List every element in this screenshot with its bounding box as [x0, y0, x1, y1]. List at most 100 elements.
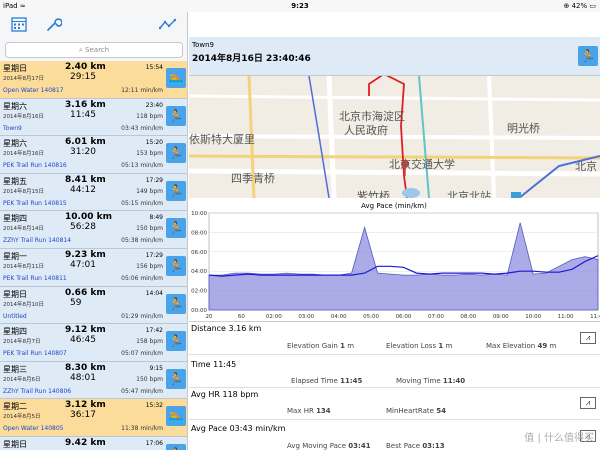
chart-toggle-icon[interactable]: ⩘	[580, 397, 596, 409]
y-tick-label: 06:00	[191, 250, 207, 256]
activity-date: 2014年8月6日	[3, 376, 41, 383]
activity-time: 17:42	[145, 327, 163, 335]
activity-name: PEK Trail Run 140811	[3, 274, 67, 282]
activity-pace: 03:43 min/km	[121, 124, 163, 132]
activity-duration: 31:20	[70, 147, 96, 158]
x-tick-label: 08:00	[460, 314, 476, 320]
activity-row[interactable]: 星期日 2.40 km 15:54 2014年8月17日 29:15 Open Water…	[0, 61, 187, 99]
run-icon: 🏃	[166, 368, 186, 389]
activity-heart-rate: 153 bpm	[136, 150, 163, 158]
activity-day: 星期日	[3, 439, 27, 449]
activity-name: Open Water 140817	[3, 87, 64, 94]
activity-date: 2014年8月15日	[3, 188, 44, 195]
activity-time: 8:49	[149, 214, 163, 222]
activity-row[interactable]: 星期三 8.30 km 9:15 2014年8月6日 48:01 150 bpm ZZhY …	[0, 361, 187, 400]
trend-chart-icon[interactable]	[158, 16, 178, 36]
activity-duration: 11:45	[70, 109, 96, 120]
x-tick-label: 05:00	[363, 314, 379, 320]
activity-day: 星期六	[3, 101, 27, 111]
activity-time: 17:29	[145, 251, 163, 259]
activity-day: 星期四	[3, 214, 27, 224]
activity-time: 23:40	[145, 101, 163, 109]
activity-date: 2014年8月5日	[3, 414, 41, 421]
activity-duration: 44:12	[70, 184, 96, 195]
map-label: 紫竹桥	[357, 190, 390, 198]
map-label: 明光桥	[507, 122, 540, 135]
activity-list: 星期日 2.40 km 15:54 2014年8月17日 29:15 Open Water…	[0, 61, 187, 450]
map-label: 北京	[575, 160, 597, 173]
activity-name: PEK Trail Run 140807	[3, 350, 67, 358]
activity-date: 2014年8月7日	[3, 339, 41, 346]
activity-row[interactable]: 星期四 10.00 km 8:49 2014年8月14日 56:28 150 bpm ZZh…	[0, 211, 187, 249]
x-tick-label: 09:00	[493, 314, 509, 320]
activity-name: Untitled	[3, 312, 27, 320]
battery-indicator: ⊕ 42% ▭	[563, 2, 597, 10]
activity-pace: 01:29 min/km	[121, 312, 163, 320]
activity-day: 星期日	[3, 64, 27, 73]
activity-row[interactable]: 星期五 8.41 km 17:29 2014年8月15日 44:12 149 bpm PEK…	[0, 173, 187, 212]
activity-row[interactable]: 星期四 9.12 km 17:42 2014年8月7日 46:45 158 bpm PEK …	[0, 324, 187, 362]
activity-duration: 46:45	[70, 335, 96, 346]
activity-name: ZZhY Trail Run 140806	[3, 387, 72, 395]
activity-heart-rate: 158 bpm	[136, 338, 163, 346]
clock: 9:23	[291, 2, 309, 10]
activity-time: 17:06	[145, 439, 163, 447]
map-label: 北京北站	[447, 190, 491, 198]
activity-heart-rate: 150 bpm	[136, 375, 163, 383]
search-input[interactable]: ⌕ Search	[5, 42, 183, 58]
y-tick-label: 10:00	[191, 211, 207, 217]
activity-heart-rate: 149 bpm	[136, 187, 163, 195]
map-label: 人民政府	[344, 124, 388, 137]
activity-duration: 59	[70, 297, 82, 308]
y-tick-label: 04:00	[191, 269, 207, 275]
activity-row[interactable]: 星期六 6.01 km 15:20 2014年8月16日 31:20 153 bpm PEK…	[0, 136, 187, 174]
activity-pace: 05:06 min/km	[121, 274, 163, 282]
activity-time: 15:32	[145, 402, 163, 410]
activity-duration: 47:01	[70, 259, 96, 270]
run-icon: 🏃	[166, 218, 186, 239]
x-tick-label: 60	[238, 314, 245, 320]
activity-distance: 2.40 km	[65, 62, 106, 72]
activity-duration: 36:17	[70, 410, 96, 421]
activity-date: 2014年8月10日	[3, 301, 44, 308]
activity-pace: 05:47 min/km	[121, 387, 163, 395]
pace-area-series	[208, 222, 599, 311]
watermark: 值 | 什么值得买	[524, 433, 594, 444]
activity-day: 星期二	[3, 402, 27, 412]
detail-header: Town9 2014年8月16日 23:40:46 🏃	[189, 37, 600, 76]
x-tick-label: 02:00	[266, 314, 282, 320]
activity-row[interactable]: 星期六 3.16 km 23:40 2014年8月16日 11:45 118 bpm Tow…	[0, 98, 187, 137]
distance-stat: Distance 3.16 km Elevation Gain 1 m Elev…	[189, 322, 600, 355]
run-icon: 🏃	[166, 255, 186, 276]
run-activity-icon[interactable]: 🏃	[578, 46, 598, 66]
activity-row[interactable]: 星期日 0.66 km 14:04 2014年8月10日 59 Untitled 01:29…	[0, 286, 187, 325]
wrench-icon[interactable]	[44, 16, 64, 36]
sidebar-toolbar	[0, 12, 187, 40]
activity-day: 星期六	[3, 139, 27, 149]
activity-duration: 48:01	[70, 372, 96, 383]
calendar-icon[interactable]	[9, 16, 29, 36]
y-tick-label: 02:00	[191, 289, 207, 295]
map-label: 北京交通大学	[389, 158, 455, 171]
activity-duration: 29:15	[70, 72, 96, 82]
activity-day: 星期四	[3, 327, 27, 337]
chart-toggle-icon[interactable]: ⩘	[580, 332, 596, 344]
activity-time: 9:15	[149, 364, 163, 372]
activity-day: 星期一	[3, 251, 27, 261]
route-map[interactable]: 北京市海淀区 人民政府 北京交通大学 明光桥 北京北站 紫竹桥 四季青桥 依斯特…	[189, 76, 600, 198]
map-label: 四季青桥	[231, 172, 275, 185]
run-icon: 🏃	[166, 105, 186, 126]
activity-name: Open Water 140805	[3, 425, 64, 433]
activity-row[interactable]: 星期一 9.23 km 17:29 2014年8月11日 47:01 156 bpm PEK…	[0, 248, 187, 287]
activity-heart-rate: 150 bpm	[136, 225, 163, 233]
activity-row[interactable]: 星期二 3.12 km 15:32 2014年8月5日 36:17 Open Water …	[0, 399, 187, 437]
moving-pace-line	[208, 255, 599, 277]
activity-distance: 6.01 km	[65, 137, 106, 148]
activity-duration: 56:28	[70, 222, 96, 233]
activity-datetime: 2014年8月16日 23:40:46	[192, 54, 311, 64]
activity-heart-rate: 118 bpm	[136, 112, 163, 120]
activity-row[interactable]: 星期日 9.42 km 17:06🏃	[0, 436, 187, 450]
activity-distance: 9.23 km	[65, 249, 106, 260]
activity-pace: 05:13 min/km	[121, 162, 163, 170]
run-icon: 🏃	[166, 143, 186, 164]
